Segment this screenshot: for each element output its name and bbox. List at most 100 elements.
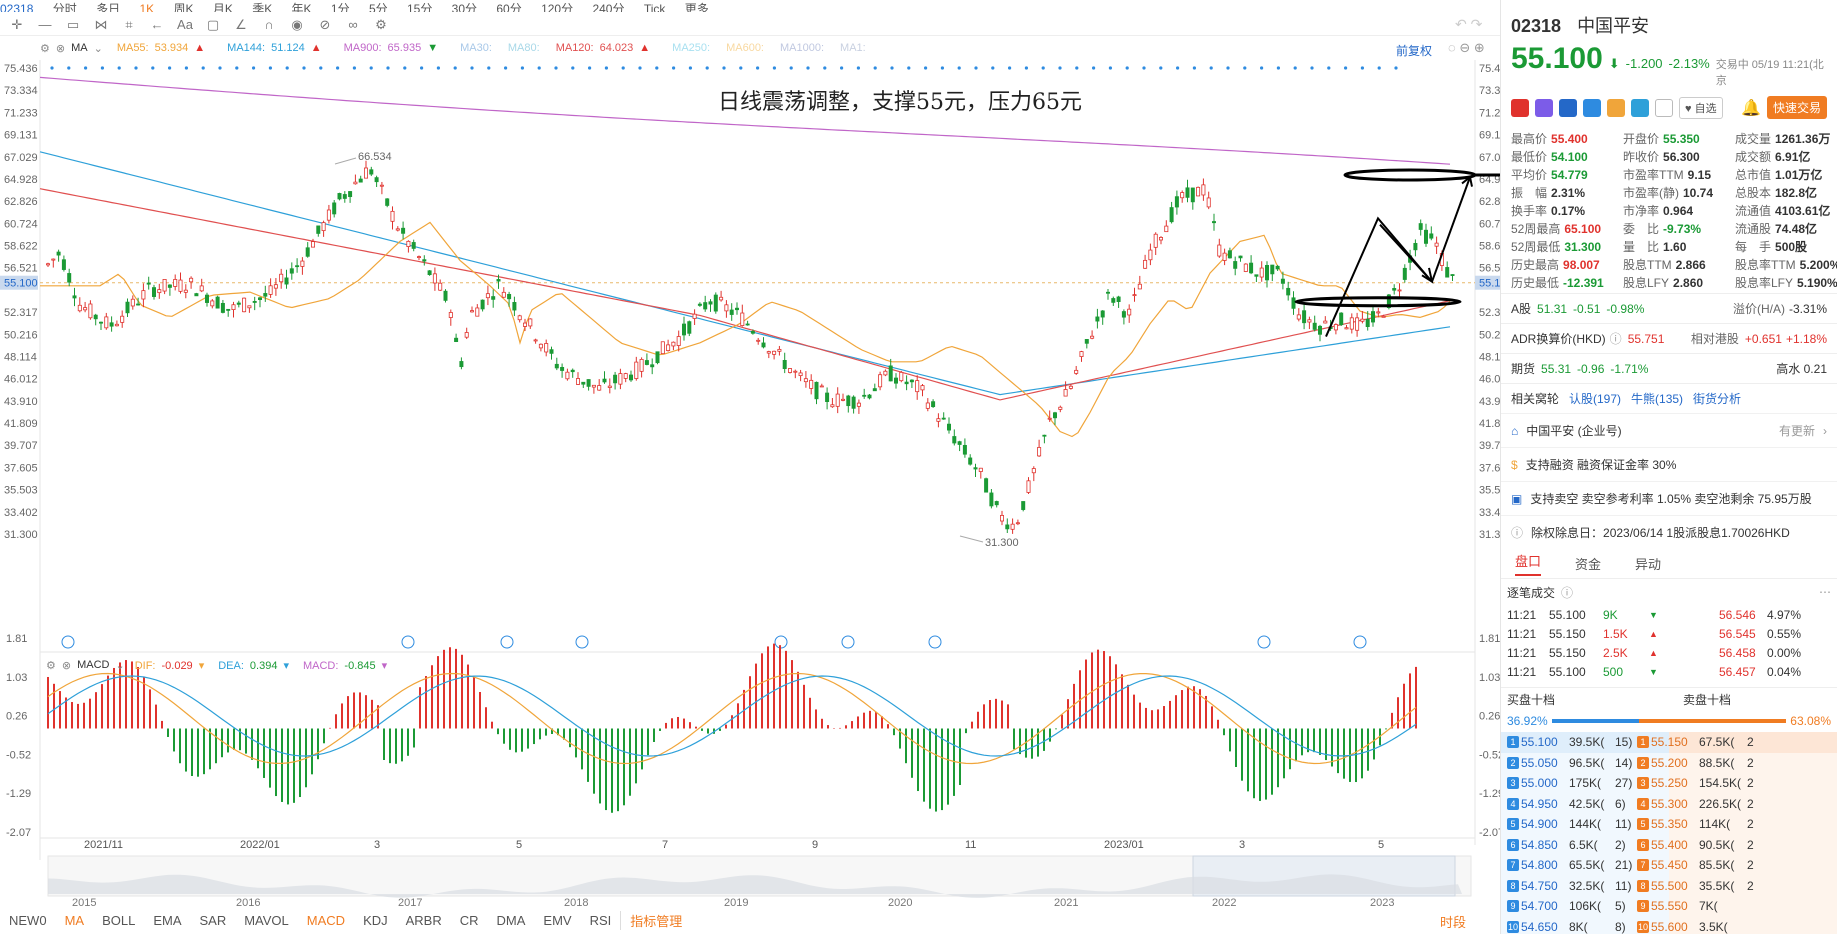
undo-arrow-icon[interactable]: ←: [148, 16, 166, 34]
candle-up: [1196, 186, 1201, 197]
period-quarter[interactable]: 季K: [252, 2, 272, 12]
orderbook-row[interactable]: 6 54.850 6.5K(2) 6 55.400 90.5K(2: [1501, 834, 1837, 855]
line-tool-icon[interactable]: —: [36, 16, 54, 34]
indicator-cr[interactable]: CR: [451, 913, 488, 928]
period-60m[interactable]: 60分: [496, 2, 521, 12]
connect-icon: [1559, 98, 1577, 117]
orderbook-row[interactable]: 2 55.050 96.5K(14) 2 55.200 88.5K(2: [1501, 752, 1837, 773]
indicator-sar[interactable]: SAR: [190, 913, 235, 928]
more-icon[interactable]: ⋯: [1819, 585, 1831, 599]
ruler-icon[interactable]: ∠: [232, 16, 250, 34]
candle-up: [591, 384, 596, 388]
bell-icon[interactable]: 🔔: [1741, 98, 1761, 118]
candle-down: [125, 301, 130, 314]
period-15m[interactable]: 15分: [407, 2, 432, 12]
indicator-macd[interactable]: MACD: [298, 913, 354, 928]
indicator-boll[interactable]: BOLL: [93, 913, 144, 928]
company-row[interactable]: ⌂ 中国平安 (企业号) 有更新 ›: [1501, 413, 1837, 447]
indicator-emv[interactable]: EMV: [534, 913, 580, 928]
candle-up: [326, 209, 331, 221]
futures-row[interactable]: 期货 55.31 -0.96 -1.71% 高水 0.21: [1501, 353, 1837, 383]
indicator-manage[interactable]: 指标管理: [620, 910, 691, 930]
settings-icon[interactable]: ⚙: [40, 42, 50, 55]
ma250-legend: MA250:: [672, 42, 711, 54]
close-icon[interactable]: ⊗: [56, 42, 65, 55]
orderbook-row[interactable]: 1 55.100 39.5K(15) 1 55.150 67.5K(2: [1501, 732, 1837, 753]
candle-down: [411, 242, 416, 249]
ma-selector[interactable]: MA: [71, 42, 88, 54]
period-month[interactable]: 月K: [213, 2, 233, 12]
period-week[interactable]: 周K: [173, 2, 193, 12]
close-icon[interactable]: ⊗: [62, 659, 71, 672]
warrant-call-link[interactable]: 认股(197): [1569, 390, 1621, 407]
indicator-mavol[interactable]: MAVOL: [235, 913, 298, 928]
period-intraday[interactable]: 分时: [53, 2, 77, 12]
eye-icon[interactable]: ◉: [288, 16, 306, 34]
price-axis-label-right: 60.724: [1479, 218, 1500, 230]
tab-capital[interactable]: 资金: [1575, 554, 1601, 573]
period-5m[interactable]: 5分: [369, 2, 388, 12]
period-1m[interactable]: 1分: [331, 2, 350, 12]
note-icon[interactable]: [1655, 98, 1673, 117]
period-240m[interactable]: 240分: [592, 2, 624, 12]
info-icon[interactable]: ⓘ: [1561, 584, 1573, 601]
indicator-dma[interactable]: DMA: [488, 913, 535, 928]
redo-icon[interactable]: ↶ ↷: [1455, 16, 1482, 33]
indicator-rsi[interactable]: RSI: [581, 913, 621, 928]
orderbook-row[interactable]: 8 54.750 32.5K(11) 8 55.500 35.5K(2: [1501, 875, 1837, 896]
fuquan-toggle[interactable]: 前复权: [1396, 42, 1432, 59]
fib-tool-icon[interactable]: ⋈: [92, 16, 110, 34]
warrant-cbbc-link[interactable]: 牛熊(135): [1631, 390, 1683, 407]
orderbook-row[interactable]: 5 54.900 144K(11) 5 55.350 114K(2: [1501, 814, 1837, 835]
period-year[interactable]: 年K: [292, 2, 312, 12]
link-icon[interactable]: ∞: [344, 16, 362, 34]
orderbook-row[interactable]: 9 54.700 106K(5) 9 55.550 7K(: [1501, 896, 1837, 917]
macd-selector[interactable]: MACD: [77, 659, 109, 671]
info-icon[interactable]: ⓘ: [1610, 330, 1622, 347]
orderbook-row[interactable]: 4 54.950 42.5K(6) 4 55.300 226.5K(2: [1501, 793, 1837, 814]
indicator-kdj[interactable]: KDJ: [354, 913, 397, 928]
session-button[interactable]: 时段: [1440, 912, 1466, 931]
settings-icon[interactable]: ⚙: [372, 16, 390, 34]
quick-trade-button[interactable]: 快速交易: [1766, 96, 1827, 119]
period-toolbar[interactable]: 02318 分时 多日 1K 周K 月K 季K 年K 1分 5分 15分 30分…: [0, 0, 1500, 12]
magnet-icon[interactable]: ∩: [260, 16, 278, 34]
orderbook-row[interactable]: 3 55.000 175K(27) 3 55.250 154.5K(2: [1501, 773, 1837, 794]
orderbook-row[interactable]: 7 54.800 65.5K(21) 7 55.450 85.5K(2: [1501, 855, 1837, 876]
clear-icon[interactable]: ⊘: [316, 16, 334, 34]
pattern-tool-icon[interactable]: ⌗: [120, 16, 138, 34]
period-more[interactable]: 更多: [685, 2, 709, 12]
period-multiday[interactable]: 多日: [96, 2, 120, 12]
candle-down: [443, 290, 448, 301]
period-tick[interactable]: Tick: [644, 2, 666, 12]
text-tool-icon[interactable]: Aa: [176, 16, 194, 34]
candle-down: [851, 396, 856, 409]
indicator-ma[interactable]: MA: [56, 913, 94, 928]
candle-down: [1238, 255, 1243, 259]
street-analysis-link[interactable]: 街货分析: [1693, 390, 1741, 407]
price-axis-label-right: 58.622: [1479, 241, 1500, 253]
kline-chart[interactable]: 75.436 75.436 73.334 73.334 71.233 71.233 69.1…: [0, 60, 1500, 910]
rect-tool-icon[interactable]: ▭: [64, 16, 82, 34]
period-30m[interactable]: 30分: [452, 2, 477, 12]
comment-icon[interactable]: ▢: [204, 16, 222, 34]
period-120m[interactable]: 120分: [541, 2, 573, 12]
indicator-arbr[interactable]: ARBR: [397, 913, 451, 928]
add-watchlist-button[interactable]: ♥ 自选: [1679, 96, 1723, 119]
chevron-down-icon[interactable]: ⌄: [94, 42, 103, 55]
tab-orderbook[interactable]: 盘口: [1515, 551, 1542, 576]
event-dot: [789, 66, 793, 70]
tab-movement[interactable]: 异动: [1635, 554, 1661, 573]
indicator-ema[interactable]: EMA: [144, 913, 190, 928]
period-day[interactable]: 1K: [139, 2, 154, 12]
stock-code-tab[interactable]: 02318: [0, 2, 33, 12]
event-dot: [806, 66, 810, 70]
settings-icon[interactable]: ⚙: [46, 659, 56, 672]
a-share-row[interactable]: A股 51.31 -0.51 -0.98% 溢价(H/A) -3.31%: [1501, 293, 1837, 323]
orderbook-row[interactable]: 10 54.650 8K(8) 10 55.600 3.5K(: [1501, 916, 1837, 934]
crosshair-icon[interactable]: ✛: [8, 16, 26, 34]
chevron-down-icon[interactable]: ⌄: [115, 659, 124, 672]
indicator-new0[interactable]: NEW0: [0, 913, 56, 928]
chart-controls-icon[interactable]: ◌ ⊖ ⊕: [1448, 40, 1485, 56]
candle-up: [162, 279, 167, 292]
